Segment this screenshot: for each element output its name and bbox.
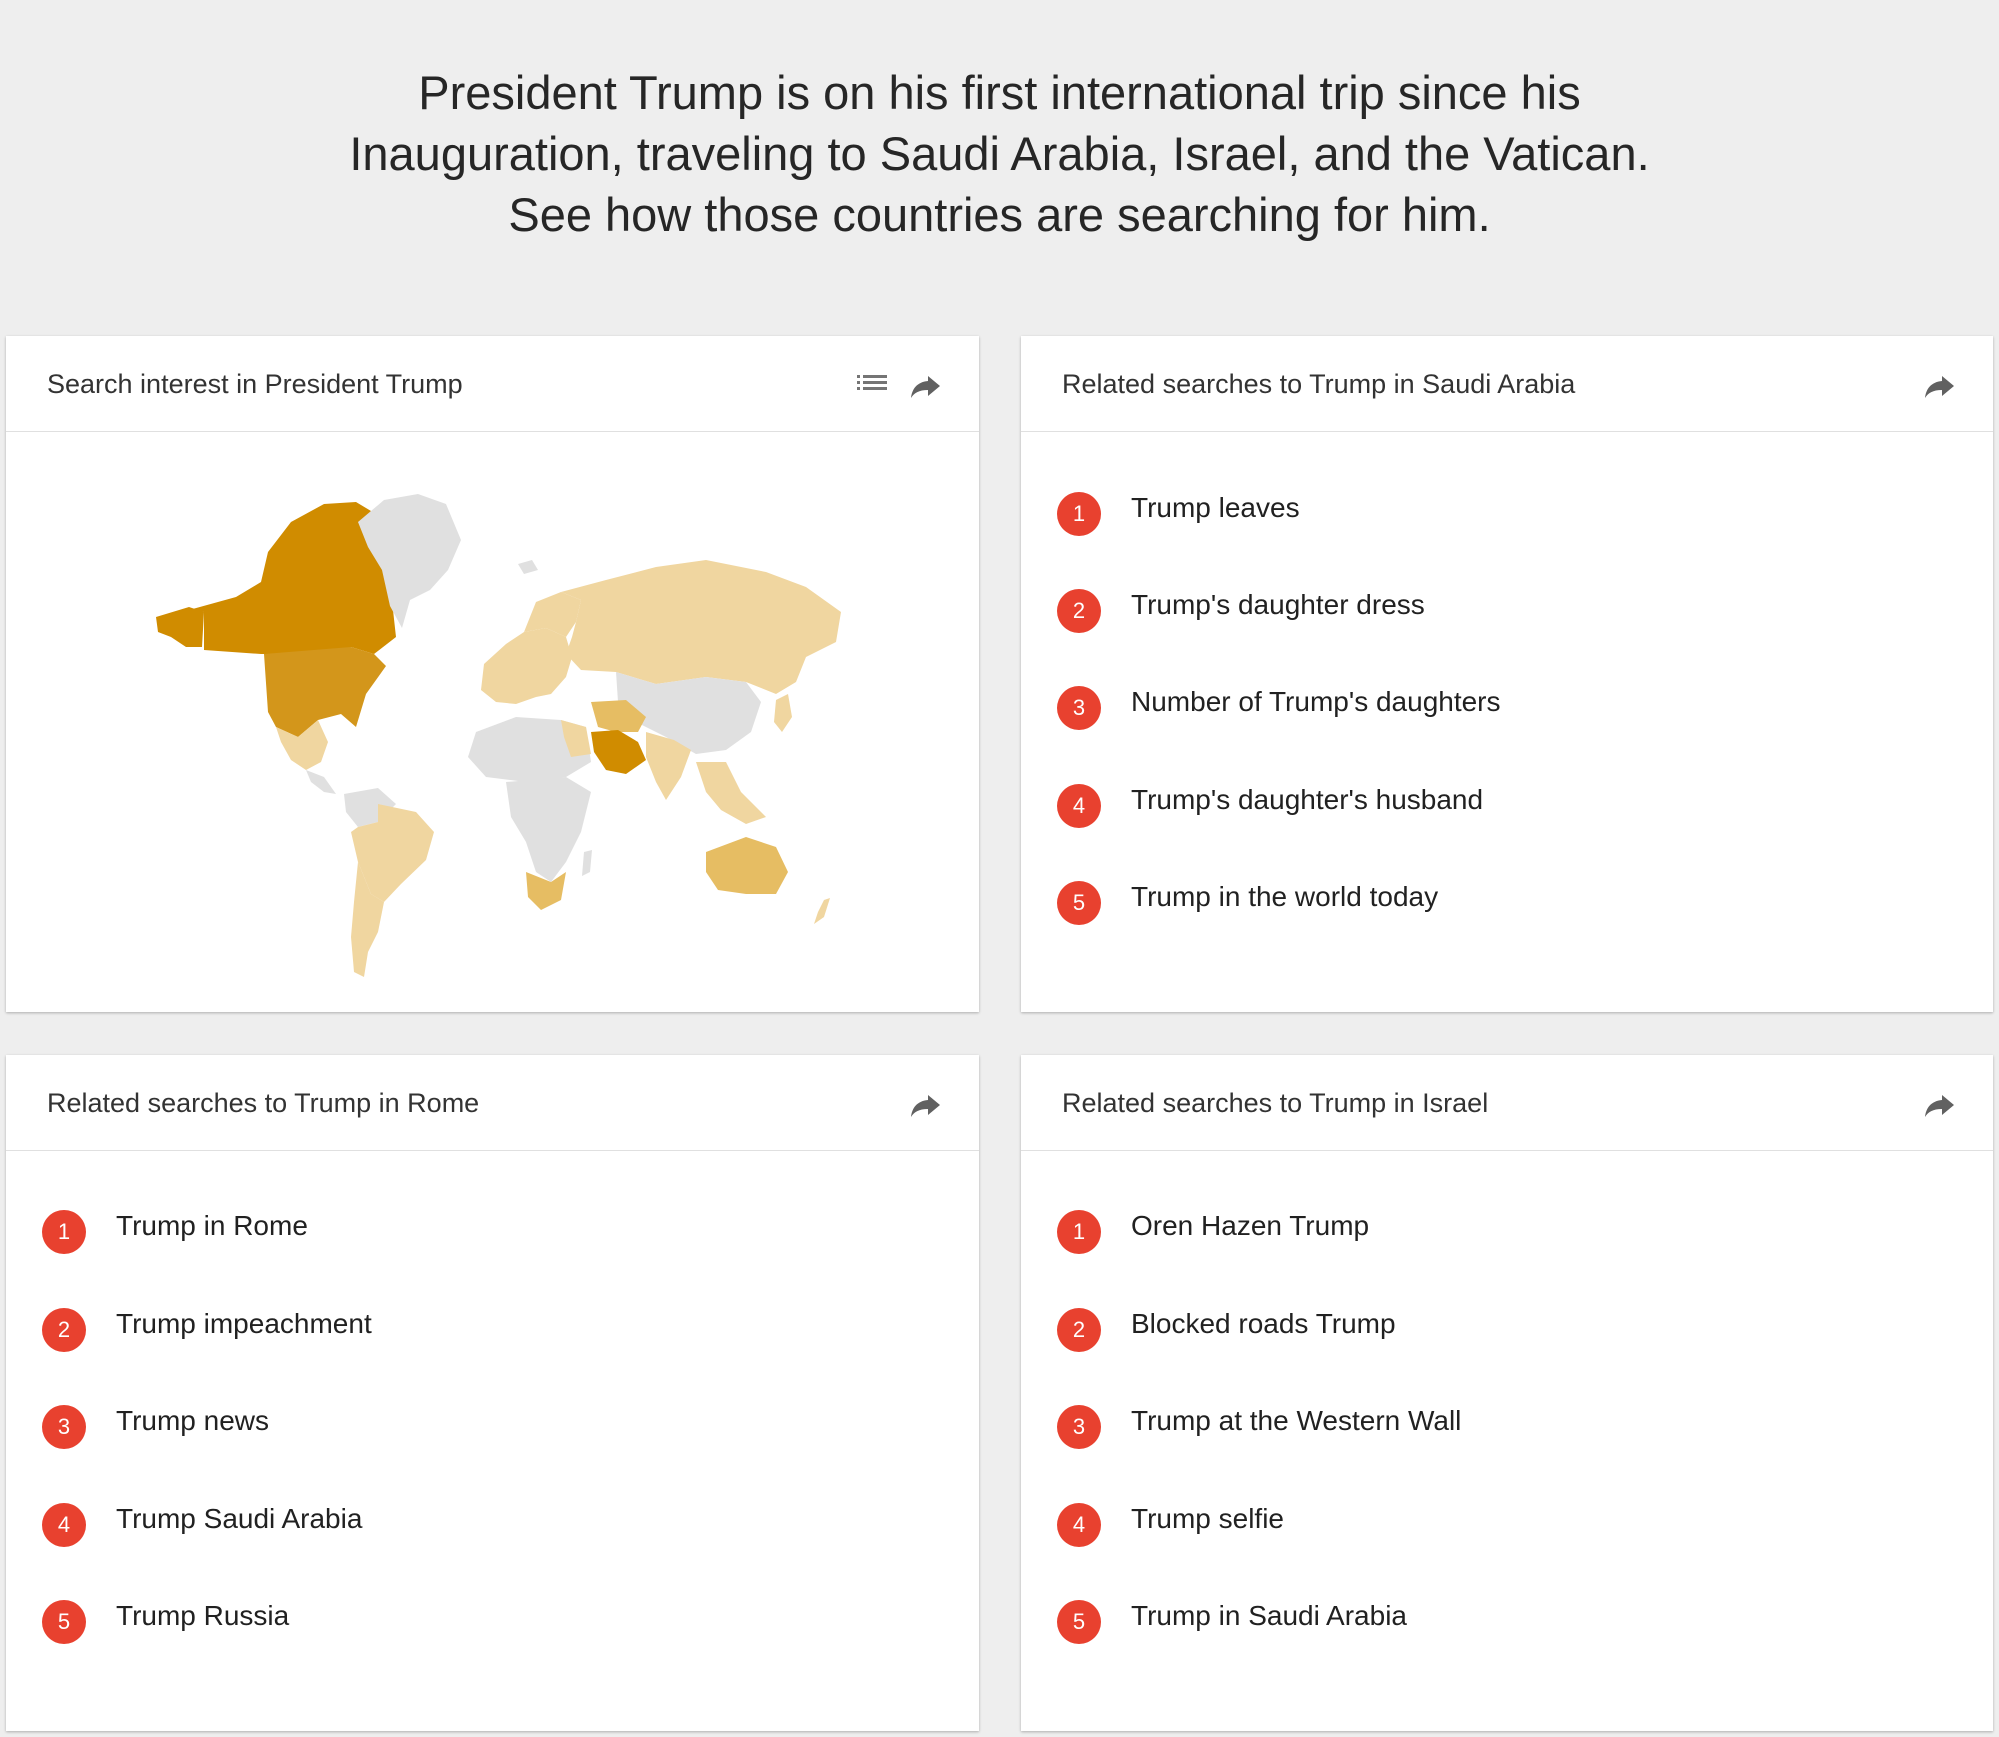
search-interest-card: Search interest in President Trump — [6, 336, 979, 1012]
item-label: Trump at the Western Wall — [1131, 1405, 1462, 1436]
intro-line-3: See how those countries are searching fo… — [508, 188, 1491, 241]
item-label: Trump selfie — [1131, 1503, 1285, 1534]
card-header: Related searches to Trump in Rome — [6, 1055, 979, 1151]
card-title: Search interest in President Trump — [47, 369, 463, 399]
item-label: Trump's daughter's husband — [1131, 784, 1484, 815]
rank-badge: 1 — [1057, 492, 1101, 536]
item-label: Trump Saudi Arabia — [116, 1503, 363, 1534]
rank-badge: 4 — [42, 1503, 86, 1547]
rank-badge: 5 — [42, 1600, 86, 1644]
intro-line-2: Inauguration, traveling to Saudi Arabia,… — [349, 127, 1650, 180]
card-header: Related searches to Trump in Saudi Arabi… — [1021, 336, 1993, 432]
card-title: Related searches to Trump in Rome — [47, 1088, 480, 1118]
saudi-arabia-card: Related searches to Trump in Saudi Arabi… — [1021, 336, 1993, 1012]
item-label: Trump's daughter dress — [1131, 589, 1425, 620]
rank-badge: 3 — [1057, 1405, 1101, 1449]
card-header: Related searches to Trump in Israel — [1021, 1055, 1993, 1151]
rank-badge: 1 — [1057, 1210, 1101, 1254]
rank-badge: 5 — [1057, 881, 1101, 925]
item-label: Trump news — [116, 1405, 270, 1436]
map-region-subsaharan-africa — [506, 777, 591, 882]
israel-card: Related searches to Trump in Israel 1 Or… — [1021, 1055, 1993, 1731]
item-label: Trump in the world today — [1131, 881, 1439, 912]
item-label: Trump leaves — [1131, 492, 1300, 523]
world-map — [6, 432, 979, 1012]
rank-badge: 2 — [1057, 1308, 1101, 1352]
rank-badge: 4 — [1057, 1503, 1101, 1547]
rank-badge: 2 — [1057, 589, 1101, 633]
rank-badge: 4 — [1057, 784, 1101, 828]
map-region-southeast-asia — [696, 762, 766, 824]
map-region-japan — [774, 694, 792, 732]
share-icon[interactable] — [908, 366, 944, 402]
map-region-saudi-arabia — [591, 730, 646, 774]
item-label: Number of Trump's daughters — [1131, 686, 1501, 717]
map-region-europe — [481, 628, 572, 704]
map-region-madagascar — [582, 850, 592, 876]
map-region-scandinavia — [524, 592, 581, 637]
rank-badge: 5 — [1057, 1600, 1101, 1644]
share-icon[interactable] — [1922, 366, 1958, 402]
card-title: Related searches to Trump in Israel — [1062, 1088, 1489, 1118]
item-label: Trump in Saudi Arabia — [1131, 1600, 1407, 1631]
map-region-new-zealand — [814, 898, 830, 924]
rome-card: Related searches to Trump in Rome 1 Trum… — [6, 1055, 979, 1731]
intro-line-1: President Trump is on his first internat… — [418, 66, 1581, 119]
card-header: Search interest in President Trump — [6, 336, 979, 432]
map-region-alaska — [156, 607, 204, 647]
rank-badge: 2 — [42, 1308, 86, 1352]
map-region-usa — [264, 647, 386, 737]
share-icon[interactable] — [1922, 1085, 1958, 1121]
item-label: Trump Russia — [116, 1600, 290, 1631]
item-label: Blocked roads Trump — [1131, 1308, 1396, 1339]
item-label: Oren Hazen Trump — [1131, 1210, 1370, 1241]
map-region-central-america — [306, 770, 336, 794]
rank-badge: 3 — [1057, 686, 1101, 730]
share-icon[interactable] — [908, 1085, 944, 1121]
item-label: Trump impeachment — [116, 1308, 372, 1339]
rank-badge: 3 — [42, 1405, 86, 1449]
item-label: Trump in Rome — [116, 1210, 308, 1241]
map-region-australia — [706, 837, 788, 894]
map-region-russia — [561, 560, 841, 694]
list-icon[interactable] — [854, 366, 890, 402]
map-region-iceland — [518, 560, 538, 574]
rank-badge: 1 — [42, 1210, 86, 1254]
card-title: Related searches to Trump in Saudi Arabi… — [1062, 369, 1576, 399]
intro-text: President Trump is on his first internat… — [0, 62, 1999, 245]
